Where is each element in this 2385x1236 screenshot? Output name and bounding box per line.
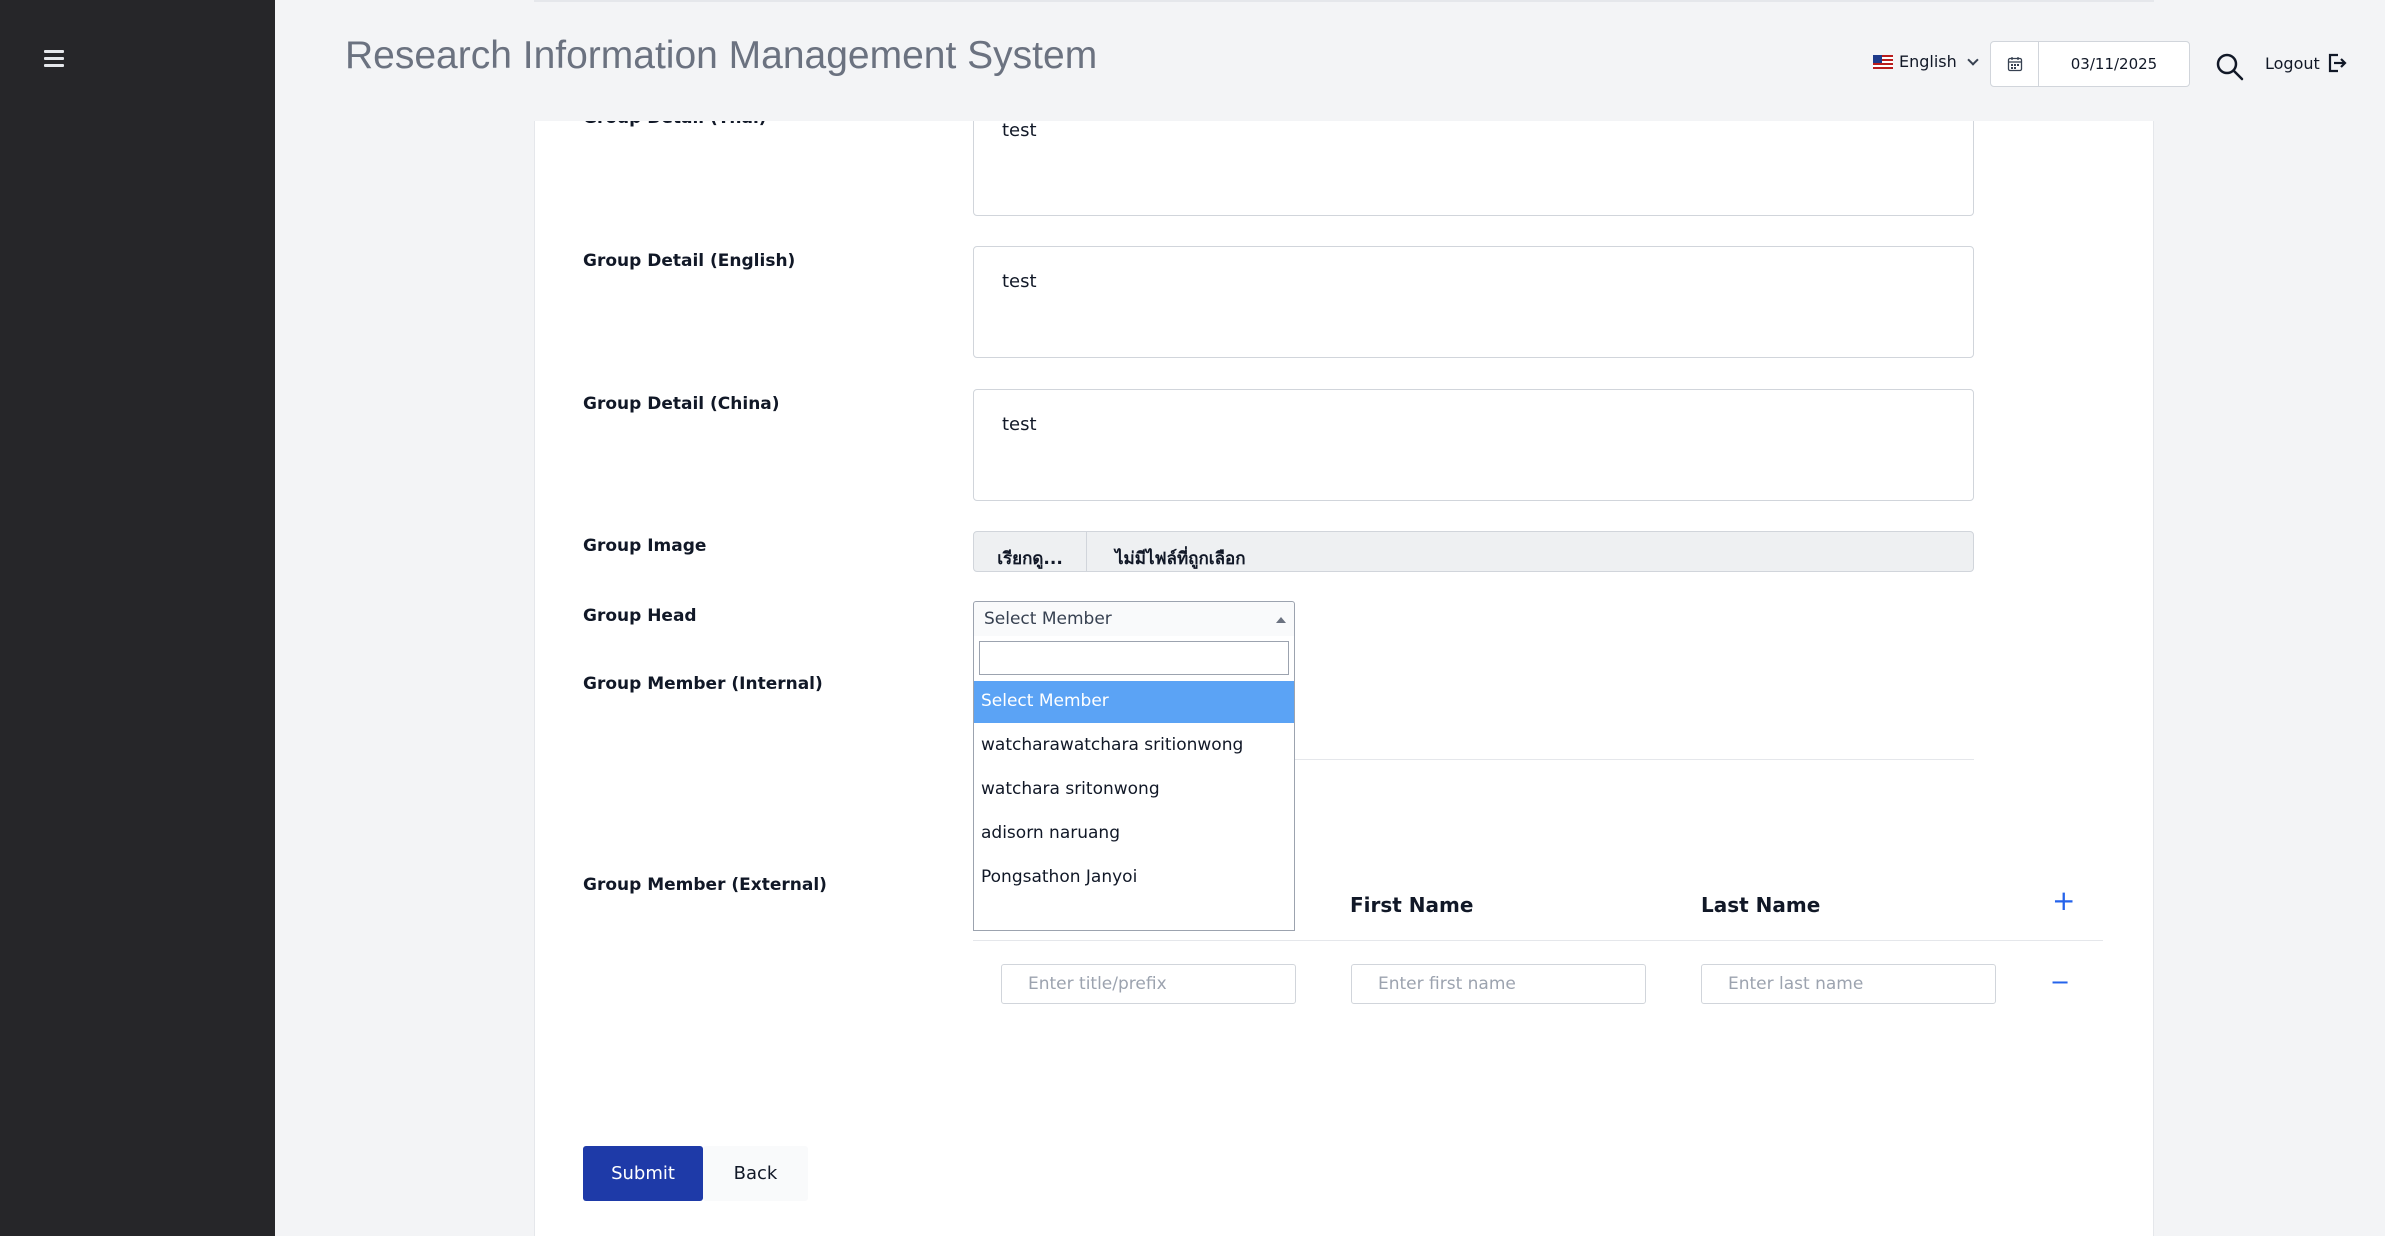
calendar-icon[interactable] [1991, 42, 2039, 86]
group-head-selected-value: Select Member [984, 609, 1112, 629]
logout-button[interactable]: Logout [2265, 52, 2348, 74]
group-image-file-input[interactable]: เรียกดู... ไม่มีไฟล์ที่ถูกเลือก [973, 531, 1974, 572]
us-flag-icon [1873, 54, 1893, 69]
back-button[interactable]: Back [703, 1146, 808, 1201]
table-divider [973, 940, 2103, 941]
add-member-icon[interactable]: + [2052, 887, 2075, 915]
chevron-down-icon [1967, 53, 1979, 66]
date-input[interactable] [2039, 42, 2189, 86]
dropdown-option[interactable]: Select Member [974, 681, 1294, 723]
group-member-internal-label: Group Member (Internal) [583, 674, 823, 694]
first-name-column-header: First Name [1350, 893, 1474, 917]
app-title: Research Information Management System [345, 34, 1098, 77]
dropdown-option[interactable]: watchara sritonwong [974, 769, 1294, 811]
group-image-label: Group Image [583, 536, 707, 556]
first-name-input[interactable] [1351, 964, 1646, 1004]
date-picker[interactable] [1990, 41, 2190, 87]
dropdown-option[interactable]: adisorn naruang [974, 813, 1294, 855]
last-name-column-header: Last Name [1701, 893, 1821, 917]
title-prefix-input[interactable] [1001, 964, 1296, 1004]
file-status-text: ไม่มีไฟล์ที่ถูกเลือก [1115, 549, 1246, 569]
logout-label: Logout [2265, 53, 2320, 73]
sidebar [0, 0, 275, 1236]
header-divider [534, 0, 2154, 2]
dropdown-option[interactable]: Pongsathon Janyoi [974, 857, 1294, 899]
language-label: English [1899, 52, 1957, 71]
dropdown-search-input[interactable] [979, 641, 1289, 675]
group-detail-english-textarea[interactable]: test [973, 246, 1974, 358]
dropdown-option[interactable]: watcharawatchara sritionwong [974, 725, 1294, 767]
logout-icon [2328, 53, 2347, 73]
remove-member-icon[interactable]: − [2050, 968, 2070, 996]
language-selector[interactable]: English [1873, 52, 1979, 71]
group-head-dropdown: Select Member watcharawatchara sritionwo… [973, 636, 1295, 931]
submit-button[interactable]: Submit [583, 1146, 703, 1201]
group-detail-china-textarea[interactable]: test [973, 389, 1974, 501]
group-head-label: Group Head [583, 606, 697, 626]
group-head-select[interactable]: Select Member [973, 601, 1295, 637]
divider [1295, 759, 1974, 760]
top-header: Research Information Management System E… [275, 0, 2385, 121]
caret-up-icon [1276, 617, 1286, 623]
group-detail-english-label: Group Detail (English) [583, 251, 796, 271]
group-member-external-label: Group Member (External) [583, 875, 827, 895]
search-icon[interactable] [2215, 52, 2251, 88]
group-detail-china-label: Group Detail (China) [583, 394, 780, 414]
last-name-input[interactable] [1701, 964, 1996, 1004]
browse-button[interactable]: เรียกดู... [974, 532, 1087, 571]
hamburger-menu-icon[interactable] [40, 46, 68, 74]
